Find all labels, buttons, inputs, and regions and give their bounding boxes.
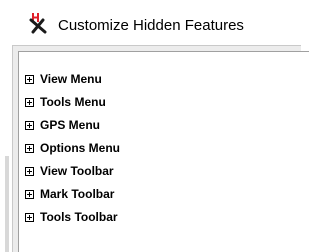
tree-item-label: Tools Menu <box>40 95 106 109</box>
dialog-body: View Menu Tools Menu GPS Menu Options Me… <box>5 45 309 252</box>
tree-item-tools-menu[interactable]: Tools Menu <box>25 92 106 112</box>
tree-item-label: View Toolbar <box>40 164 114 178</box>
plus-expander-icon[interactable] <box>25 143 34 153</box>
plus-expander-icon[interactable] <box>25 120 34 130</box>
tree-item-view-toolbar[interactable]: View Toolbar <box>25 161 114 181</box>
plus-expander-icon[interactable] <box>25 74 34 84</box>
tree-item-view-menu[interactable]: View Menu <box>25 69 102 89</box>
tree-item-label: Tools Toolbar <box>40 210 118 224</box>
tree-item-label: Options Menu <box>40 141 120 155</box>
tree-item-gps-menu[interactable]: GPS Menu <box>25 115 100 135</box>
tree-item-options-menu[interactable]: Options Menu <box>25 138 120 158</box>
window-title: Customize Hidden Features <box>58 17 244 34</box>
tree-item-mark-toolbar[interactable]: Mark Toolbar <box>25 184 114 204</box>
plus-expander-icon[interactable] <box>25 166 34 176</box>
plus-expander-icon[interactable] <box>25 189 34 199</box>
screen: Customize Hidden Features View Menu Tool… <box>0 0 309 252</box>
hidden-features-icon <box>28 11 52 37</box>
tree-item-tools-toolbar[interactable]: Tools Toolbar <box>25 207 118 227</box>
tree-item-label: View Menu <box>40 72 102 86</box>
plus-expander-icon[interactable] <box>25 97 34 107</box>
features-tree-panel[interactable]: View Menu Tools Menu GPS Menu Options Me… <box>18 51 309 252</box>
plus-expander-icon[interactable] <box>25 212 34 222</box>
title-bar[interactable]: Customize Hidden Features <box>12 8 296 45</box>
window-edge <box>5 156 9 252</box>
tree-item-label: GPS Menu <box>40 118 101 132</box>
tree-item-label: Mark Toolbar <box>40 187 115 201</box>
